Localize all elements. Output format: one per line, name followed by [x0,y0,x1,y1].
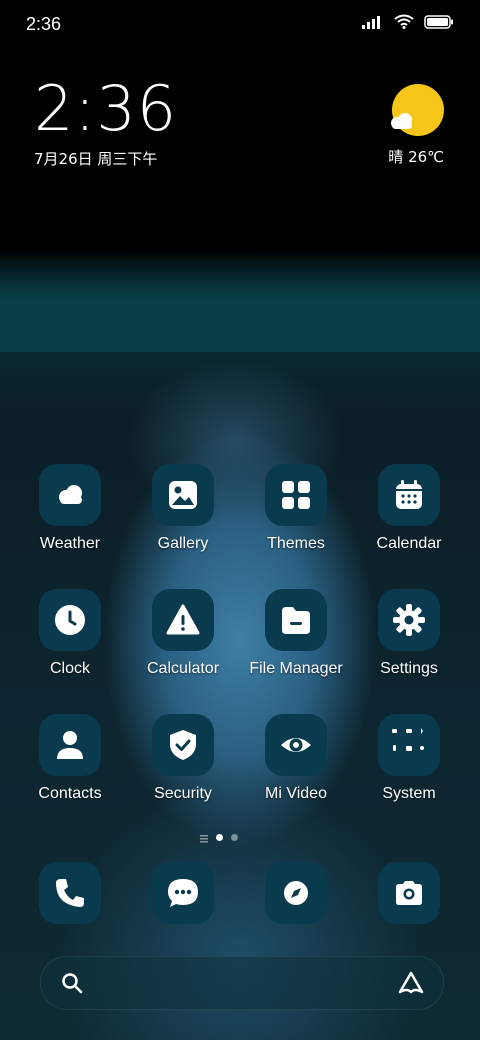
page-indicator[interactable] [200,828,238,847]
app-file-manager[interactable]: File Manager [240,589,352,678]
dock-camera[interactable] [378,862,440,924]
warning-icon [152,589,214,651]
app-security[interactable]: Security [127,714,239,803]
signal-icon [362,14,384,33]
widget-time: 2:36 [34,72,178,145]
folder-grid-icon [378,714,440,776]
page-dot[interactable] [231,834,238,841]
widget-date: 7月26日 周三下午 [34,150,158,168]
search-icon[interactable] [61,972,83,998]
person-icon [39,714,101,776]
app-settings[interactable]: Settings [353,589,465,678]
phone-icon [56,879,84,907]
dock-phone[interactable] [39,862,101,924]
app-label: Calendar [376,535,442,552]
assistant-icon[interactable] [397,970,425,1000]
app-mi-video[interactable]: Mi Video [240,714,352,803]
dock-browser[interactable] [265,862,327,924]
gear-icon [378,589,440,651]
status-time: 2:36 [26,14,62,34]
eye-icon [265,714,327,776]
status-bar: 2:36 [0,0,480,50]
app-calculator[interactable]: Calculator [127,589,239,678]
app-label: Security [154,785,212,802]
dock-messages[interactable] [152,862,214,924]
gallery-icon [152,464,214,526]
app-weather[interactable]: Weather [14,464,126,553]
app-calendar[interactable]: Calendar [353,464,465,553]
app-label: Gallery [157,535,209,552]
status-icons [362,14,454,33]
app-label: Weather [39,535,101,552]
wifi-icon [394,14,414,33]
camera-icon [396,881,422,905]
app-label: Themes [267,535,325,552]
weather-condition: 晴 [388,148,404,166]
wallpaper-band [0,250,480,352]
app-themes[interactable]: Themes [240,464,352,553]
clock-widget[interactable]: 2:36 7月26日 周三下午 [34,78,177,169]
weather-temperature: 26℃ [408,148,444,166]
themes-icon [265,464,327,526]
app-label: Calculator [146,660,220,677]
weather-text: 晴 26℃ [388,146,444,167]
app-system-folder[interactable]: System [353,714,465,803]
weather-icon [39,464,101,526]
app-label: Contacts [38,785,102,802]
battery-icon [424,14,454,33]
app-label: File Manager [249,660,343,677]
cloud-icon [391,113,412,129]
app-label: Mi Video [265,785,327,802]
folder-icon [265,589,327,651]
calendar-icon [378,464,440,526]
app-clock[interactable]: Clock [14,589,126,678]
app-label: Settings [380,660,438,677]
clock-icon [39,589,101,651]
app-label: Clock [49,660,90,677]
shield-icon [152,714,214,776]
browser-icon [284,881,308,905]
search-bar[interactable] [40,956,444,1010]
app-gallery[interactable]: Gallery [127,464,239,553]
app-label: System [382,785,436,802]
messages-icon [168,879,198,907]
page-dot-active[interactable] [216,834,223,841]
menu-lines-icon [200,828,208,847]
app-contacts[interactable]: Contacts [14,714,126,803]
